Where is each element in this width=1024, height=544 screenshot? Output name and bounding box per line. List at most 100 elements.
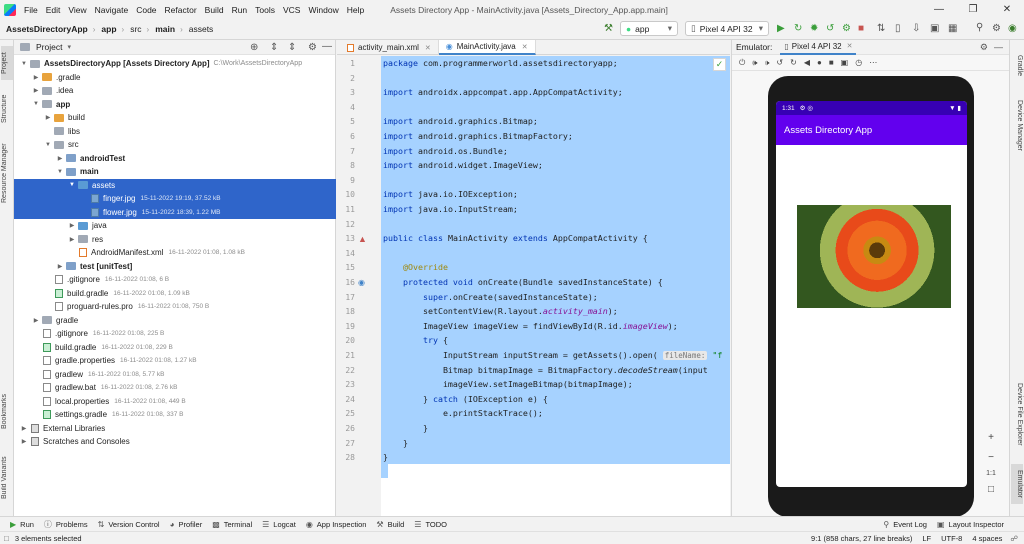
stop-icon[interactable]: ■ [858,23,864,35]
tree-item[interactable]: .gitignore 16-11-2022 01:08, 6 B [14,273,336,287]
tab-emulator-device[interactable]: ▯ Pixel 4 API 32 ✕ [780,40,857,55]
tree-item[interactable]: gradlew.bat 16-11-2022 01:08, 2.76 kB [14,381,336,395]
menu-navigate[interactable]: Navigate [95,5,129,15]
run-icon[interactable]: ▶ [777,23,785,35]
expand-all-icon[interactable]: ⇕ [270,42,278,53]
tree-item[interactable]: finger.jpg 15-11-2022 19:19, 37.52 kB [14,192,336,206]
menu-view[interactable]: View [68,5,86,15]
tab-resource-manager[interactable]: Resource Manager [1,138,13,208]
settings-icon[interactable]: ⚙ [980,42,988,53]
tree-item[interactable]: ▼ src [14,138,336,152]
tree-item[interactable]: ▶ java [14,219,336,233]
class-gutter-icon[interactable]: ▲ [358,234,367,244]
chevron-right-icon[interactable]: ▶ [56,263,64,270]
tree-item[interactable]: libs [14,125,336,139]
rotate-left-icon[interactable]: ↺ [776,58,783,67]
avd-manager-icon[interactable]: ▯ [895,23,901,35]
tool-app-inspection[interactable]: ◉ App Inspection [306,520,367,529]
tree-item[interactable]: gradlew 16-11-2022 01:08, 5.77 kB [14,368,336,382]
zoom-fit-icon[interactable]: □ [983,482,999,498]
back-icon[interactable]: ◀ [804,58,810,67]
hide-panel-icon[interactable]: — [994,42,1003,52]
chevron-right-icon[interactable]: ▶ [56,155,64,162]
power-icon[interactable]: ⏻ [739,58,745,68]
override-gutter-icon[interactable]: ◉ [358,278,365,287]
chevron-right-icon[interactable]: ▶ [44,114,52,121]
tree-item[interactable]: build.gradle 16-11-2022 01:08, 1.09 kB [14,287,336,301]
close-icon[interactable]: ✕ [990,0,1024,19]
tree-item[interactable]: settings.gradle 16-11-2022 01:08, 337 B [14,408,336,422]
tree-item[interactable]: ▶ androidTest [14,152,336,166]
chevron-down-icon[interactable]: ▼ [68,182,76,188]
overview-icon[interactable]: ■ [829,58,834,67]
tool-run[interactable]: ▶ Run [10,520,34,529]
menu-file[interactable]: File [24,5,38,15]
tree-item[interactable]: AndroidManifest.xml 16-11-2022 01:08, 1.0… [14,246,336,260]
line-separator[interactable]: LF [922,534,931,543]
chevron-down-icon[interactable]: ▼ [56,169,64,175]
tool-terminal[interactable]: ▩ Terminal [212,520,252,529]
panel-toggle-icon[interactable]: □ [4,534,9,543]
tree-item[interactable]: ▶ res [14,233,336,247]
project-view-select[interactable]: Project [36,42,62,52]
attach-debugger-icon[interactable]: ⚙ [842,23,851,35]
menu-tools[interactable]: Tools [255,5,275,15]
tree-item[interactable]: ▶ gradle [14,314,336,328]
more-icon[interactable]: ⋯ [869,58,877,67]
android-logo-icon[interactable]: ◉ [1008,23,1017,35]
hide-panel-icon[interactable]: — [322,41,332,52]
snapshot-icon[interactable]: ◷ [855,58,862,67]
menu-run[interactable]: Run [232,5,248,15]
tab-device-manager[interactable]: Device Manager [1011,96,1023,154]
tree-item[interactable]: ▼ main [14,165,336,179]
close-tab-icon[interactable]: ✕ [847,42,853,50]
chevron-right-icon[interactable]: ▶ [32,87,40,94]
breadcrumb-assets[interactable]: assets [189,24,214,34]
menu-vcs[interactable]: VCS [283,5,300,15]
chevron-down-icon[interactable]: ▾ [67,43,71,51]
breadcrumb-module[interactable]: app [101,24,116,34]
menu-refactor[interactable]: Refactor [165,5,197,15]
tree-item[interactable]: ▶ .idea [14,84,336,98]
menu-edit[interactable]: Edit [46,5,61,15]
menu-help[interactable]: Help [347,5,364,15]
tab-build-variants[interactable]: Build Variants [1,448,13,508]
tool-profiler[interactable]: ◕ Profiler [170,520,203,529]
device-manager-icon[interactable]: ▦ [948,23,957,35]
tool-version-control[interactable]: ⇅ Version Control [98,520,160,529]
tab-activity-main-xml[interactable]: activity_main.xml ✕ [337,40,439,55]
device-select[interactable]: ▯ Pixel 4 API 32 ▾ [685,21,769,36]
minimize-icon[interactable]: — [922,0,956,19]
tree-item[interactable]: ▼ AssetsDirectoryApp [Assets Directory Ap… [14,57,336,71]
chevron-right-icon[interactable]: ▶ [32,317,40,324]
chevron-right-icon[interactable]: ▶ [68,236,76,243]
chevron-right-icon[interactable]: ▶ [68,222,76,229]
tab-gradle[interactable]: Gradle [1011,52,1023,80]
locate-icon[interactable]: ⊕ [250,42,258,53]
breadcrumb-main[interactable]: main [155,24,175,34]
restore-icon[interactable]: ❐ [956,0,990,19]
phone-screen[interactable]: 1:31 ⚙ ◎ ▼ ▮ Assets Directory App [776,101,967,487]
chevron-down-icon[interactable]: ▼ [32,101,40,107]
tree-item[interactable]: ▶ build [14,111,336,125]
tool-problems[interactable]: ⓘ Problems [44,519,88,530]
volume-up-icon[interactable]: 🕪 [752,58,757,68]
tree-item[interactable]: ▶ Scratches and Consoles [14,435,336,449]
tab-device-file-explorer[interactable]: Device File Explorer [1011,378,1023,450]
run-config-select[interactable]: ● app ▾ [620,21,678,36]
tree-item[interactable]: ▶ External Libraries [14,422,336,436]
tree-item[interactable]: ▼ assets [14,178,336,192]
tree-item[interactable]: .gitignore 16-11-2022 01:08, 225 B [14,327,336,341]
breadcrumb-project[interactable]: AssetsDirectoryApp [6,24,88,34]
zoom-out-icon[interactable]: − [983,450,999,466]
menu-build[interactable]: Build [205,5,224,15]
tab-bookmarks[interactable]: Bookmarks [1,390,13,432]
home-icon[interactable]: ● [817,58,822,67]
chevron-right-icon[interactable]: ▶ [32,74,40,81]
rotate-right-icon[interactable]: ↻ [790,58,797,67]
tree-item[interactable]: ▶ test [unitTest] [14,260,336,274]
sdk-manager-icon[interactable]: ⇩ [912,23,920,35]
layout-inspector-icon[interactable]: ▣ [930,23,939,35]
tool-build[interactable]: ⚒ Build [376,520,404,529]
collapse-all-icon[interactable]: ⇕ [288,42,296,53]
